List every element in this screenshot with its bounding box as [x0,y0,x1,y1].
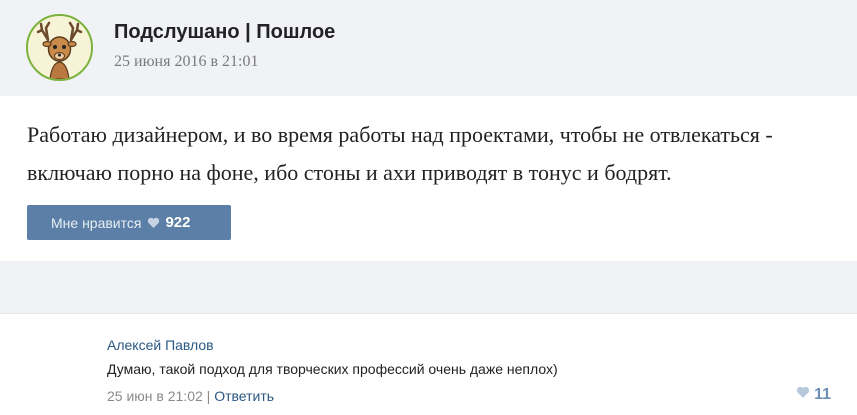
deer-avatar-icon [28,16,91,79]
group-avatar[interactable] [26,14,93,81]
post-date[interactable]: 25 июня 2016 в 21:01 [114,53,258,71]
reply-link[interactable]: Ответить [214,388,274,404]
comment-author[interactable]: Алексей Павлов [107,337,214,353]
comment-meta: 25 июн в 21:02 | Ответить [107,388,274,404]
like-count: 922 [165,214,191,231]
comment-like-button[interactable]: 11 [796,386,831,404]
heart-icon [147,217,160,229]
heart-icon [796,386,810,404]
section-divider [0,261,857,314]
like-label: Мне нравится [51,214,142,231]
comment-date[interactable]: 25 июн в 21:02 [107,388,203,404]
comment-text: Думаю, такой подход для творческих профе… [107,361,558,377]
comment-like-count: 11 [814,386,831,403]
comment-separator: | [206,388,211,404]
post-header: Подслушано | Пошлое 25 июня 2016 в 21:01 [0,0,857,96]
like-button[interactable]: Мне нравится 922 [27,205,231,240]
group-name[interactable]: Подслушано | Пошлое [114,21,335,44]
post-text: Работаю дизайнером, и во время работы на… [27,122,773,185]
